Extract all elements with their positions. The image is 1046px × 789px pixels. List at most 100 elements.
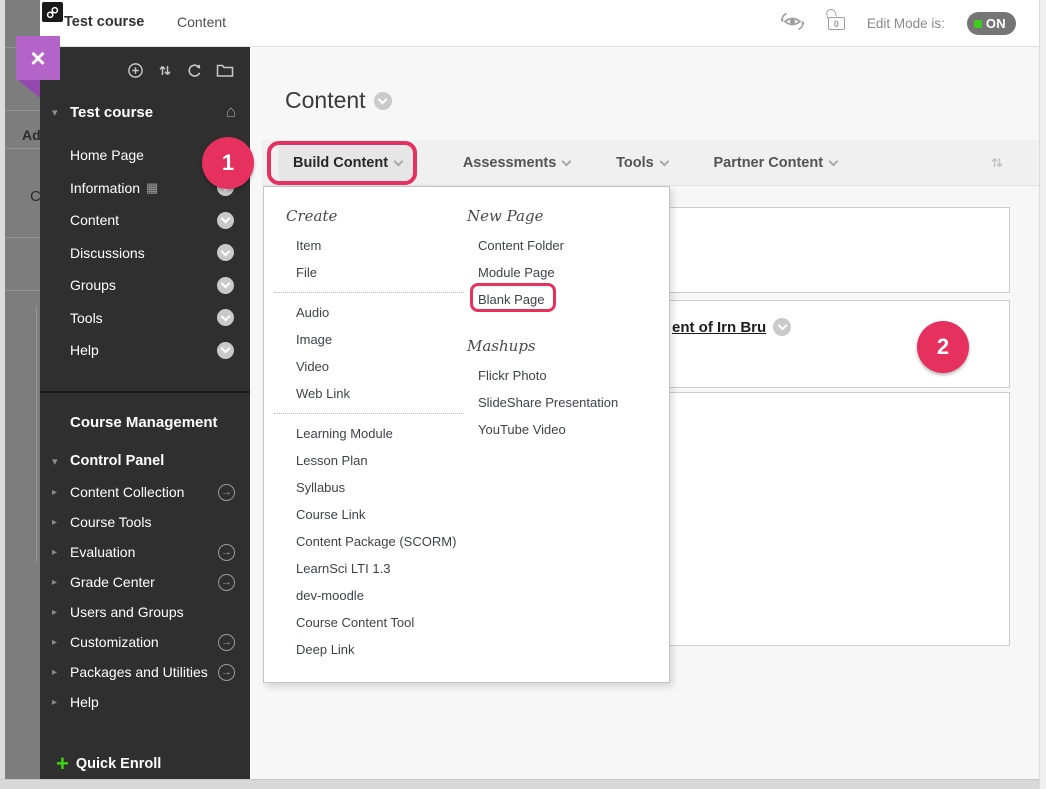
reorder-icon[interactable] <box>157 62 173 79</box>
menu-item-content-package-scorm[interactable]: Content Package (SCORM) <box>286 528 478 555</box>
chevron-down-icon[interactable] <box>773 318 792 336</box>
edit-mode-green-dot <box>973 19 982 28</box>
partner-content-button[interactable]: Partner Content <box>713 155 839 171</box>
content-item-link[interactable]: ent of Irn Bru <box>672 319 766 336</box>
triangle-right-icon: ▸ <box>52 636 58 648</box>
cp-item-course-tools[interactable]: ▸ Course Tools <box>40 507 250 537</box>
sidebar-item-help[interactable]: Help <box>40 334 250 367</box>
menu-item-slideshare-presentation[interactable]: SlideShare Presentation <box>467 389 662 416</box>
chevron-down-icon[interactable] <box>217 276 234 294</box>
menu-item-learning-module[interactable]: Learning Module <box>286 420 478 447</box>
arrow-right-circle-icon[interactable]: → <box>218 573 235 591</box>
triangle-right-icon: ▸ <box>52 486 58 498</box>
lock-icon[interactable]: 0 <box>824 7 845 30</box>
chevron-down-icon <box>659 156 669 166</box>
menu-item-flickr-photo[interactable]: Flickr Photo <box>467 362 662 389</box>
course-title: Test course <box>70 103 154 121</box>
chevron-down-icon[interactable] <box>217 244 234 262</box>
build-content-button[interactable]: Build Content <box>278 145 417 180</box>
menu-item-youtube-video[interactable]: YouTube Video <box>467 416 662 443</box>
chevron-down-icon[interactable] <box>373 91 392 110</box>
dropdown-header-new-page: New Page <box>467 207 544 225</box>
menu-item-file[interactable]: File <box>286 259 478 286</box>
collapse-icon[interactable]: ▾ <box>52 106 68 119</box>
menu-item-course-content-tool[interactable]: Course Content Tool <box>286 609 478 636</box>
triangle-right-icon: ▸ <box>52 696 58 708</box>
menu-item-blank-page[interactable]: Blank Page <box>467 286 662 313</box>
menu-item-lesson-plan[interactable]: Lesson Plan <box>286 447 478 474</box>
cp-item-grade-center[interactable]: ▸ Grade Center → <box>40 567 250 597</box>
chevron-down-icon <box>828 156 839 166</box>
triangle-right-icon: ▸ <box>52 516 58 528</box>
reorder-icon[interactable] <box>989 154 1005 176</box>
refresh-icon[interactable] <box>186 62 203 79</box>
menu-item-video[interactable]: Video <box>286 353 478 380</box>
arrow-right-circle-icon[interactable]: → <box>218 663 235 681</box>
chevron-down-icon[interactable] <box>217 309 234 327</box>
menu-item-syllabus[interactable]: Syllabus <box>286 474 478 501</box>
content-item-row: ent of Irn Bru <box>672 318 792 336</box>
collapse-icon[interactable]: ▾ <box>52 455 68 468</box>
course-menu-header[interactable]: ▾ Test course ⌂ <box>40 95 250 129</box>
cp-item-users-and-groups[interactable]: ▸ Users and Groups <box>40 597 250 627</box>
cp-item-help[interactable]: ▸ Help <box>40 687 250 717</box>
triangle-right-icon: ▸ <box>52 576 58 588</box>
sidebar-item-discussions[interactable]: Discussions <box>40 237 250 270</box>
underlay-line <box>5 290 40 291</box>
sidebar-item-tools[interactable]: Tools <box>40 302 250 335</box>
menu-item-item[interactable]: Item <box>286 232 478 259</box>
menu-item-learnsci-lti[interactable]: LearnSci LTI 1.3 <box>286 555 478 582</box>
home-icon[interactable]: ⌂ <box>226 102 236 122</box>
add-menu-item-icon[interactable] <box>127 62 144 79</box>
content-main: Content Build Content Assessments Tools … <box>250 47 1039 779</box>
cp-item-content-collection[interactable]: ▸ Content Collection → <box>40 477 250 507</box>
cp-item-customization[interactable]: ▸ Customization → <box>40 627 250 657</box>
edit-mode-value: ON <box>985 16 1006 31</box>
breadcrumb-course[interactable]: Test course <box>64 14 144 30</box>
cp-item-evaluation[interactable]: ▸ Evaluation → <box>40 537 250 567</box>
underlay-line <box>5 237 40 238</box>
dropdown-create-column: Create Item File Audio Image Video Web L… <box>274 200 478 663</box>
arrow-right-circle-icon[interactable]: → <box>218 543 235 561</box>
page-title: Content <box>285 87 366 113</box>
close-button[interactable]: × <box>16 36 60 80</box>
student-preview-icon[interactable] <box>779 11 806 37</box>
breadcrumb-page: Content <box>177 14 227 30</box>
tools-button[interactable]: Tools <box>616 155 669 171</box>
underlay-text-fragment: Ad <box>22 127 40 143</box>
triangle-right-icon: ▸ <box>52 546 58 558</box>
arrow-right-circle-icon[interactable]: → <box>218 483 235 501</box>
folder-icon[interactable] <box>216 63 234 78</box>
lock-count: 0 <box>833 18 839 29</box>
chevron-down-icon[interactable] <box>217 211 234 229</box>
underlay-text-fragment: C <box>30 188 40 205</box>
permalink-icon[interactable] <box>42 2 63 22</box>
arrow-right-circle-icon[interactable]: → <box>218 633 235 651</box>
menu-item-content-folder[interactable]: Content Folder <box>467 232 662 259</box>
menu-item-web-link[interactable]: Web Link <box>286 380 478 407</box>
step-2-badge: 2 <box>917 321 969 373</box>
window-edge <box>0 0 5 789</box>
menu-item-audio[interactable]: Audio <box>286 299 478 326</box>
close-icon: × <box>30 42 46 73</box>
menu-item-deep-link[interactable]: Deep Link <box>286 636 478 663</box>
dotted-divider <box>274 407 464 420</box>
sidebar-item-content[interactable]: Content <box>40 204 250 237</box>
menu-item-course-link[interactable]: Course Link <box>286 501 478 528</box>
menu-item-image[interactable]: Image <box>286 326 478 353</box>
menu-item-dev-moodle[interactable]: dev-moodle <box>286 582 478 609</box>
chevron-down-icon[interactable] <box>217 341 234 359</box>
action-bar: Build Content Assessments Tools Partner … <box>262 140 1039 186</box>
edit-mode-toggle[interactable]: ON <box>966 12 1016 35</box>
sidebar-divider <box>40 391 250 393</box>
control-panel-header[interactable]: ▾ Control Panel <box>40 447 250 475</box>
assessments-button[interactable]: Assessments <box>463 155 572 171</box>
cp-item-packages-and-utilities[interactable]: ▸ Packages and Utilities → <box>40 657 250 687</box>
triangle-right-icon: ▸ <box>52 666 58 678</box>
blackboard-page: Ad C × Test course Content 0 Edit Mode i… <box>0 0 1046 789</box>
step-1-badge: 1 <box>202 137 254 189</box>
sidebar-item-groups[interactable]: Groups <box>40 269 250 302</box>
quick-enroll-button[interactable]: + Quick Enroll <box>56 747 161 781</box>
dropdown-header-create: Create <box>286 207 338 225</box>
menu-item-module-page[interactable]: Module Page <box>467 259 662 286</box>
